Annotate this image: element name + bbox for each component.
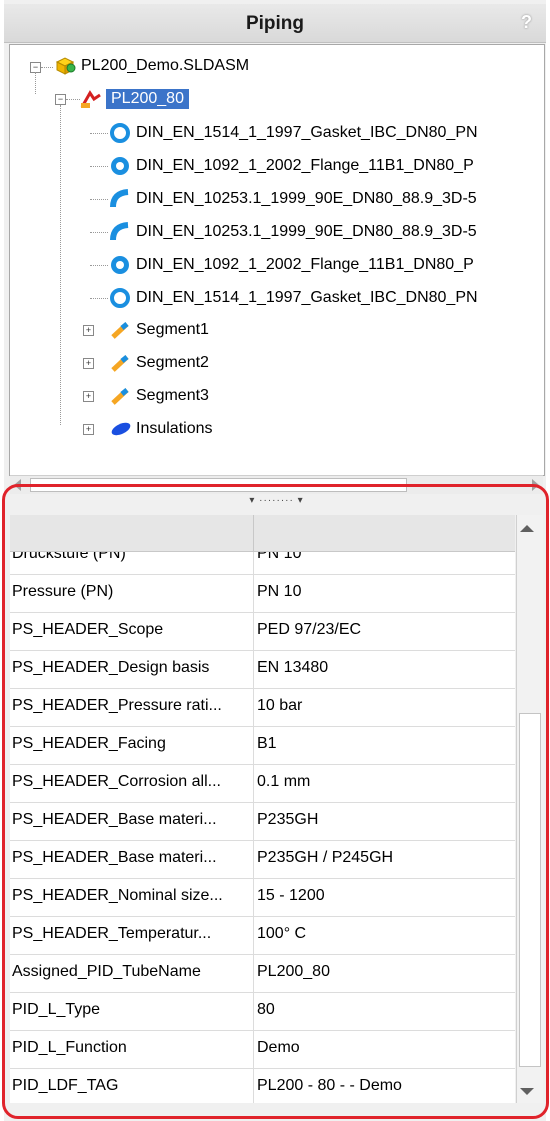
component-label: DIN_EN_10253.1_1999_90E_DN80_88.9_3D-5	[136, 223, 477, 240]
highlight-annotation	[2, 484, 549, 1119]
expand-toggle[interactable]: +	[83, 424, 94, 435]
route-icon	[80, 89, 101, 109]
expand-toggle[interactable]: +	[83, 358, 94, 369]
segment-icon	[110, 386, 130, 406]
panel-titlebar: Piping ?	[4, 4, 546, 43]
segment-label: Segment3	[136, 387, 209, 404]
tree-node-component[interactable]: DIN_EN_1092_1_2002_Flange_11B1_DN80_P	[110, 153, 474, 179]
insulation-icon	[110, 419, 131, 439]
component-label: DIN_EN_1514_1_1997_Gasket_IBC_DN80_PN	[136, 124, 478, 141]
component-label: DIN_EN_10253.1_1999_90E_DN80_88.9_3D-5	[136, 190, 477, 207]
tree-node-component[interactable]: DIN_EN_1514_1_1997_Gasket_IBC_DN80_PN	[110, 285, 478, 311]
assembly-label: PL200_Demo.SLDASM	[81, 57, 250, 74]
tree-node-component[interactable]: DIN_EN_1092_1_2002_Flange_11B1_DN80_P	[110, 252, 474, 278]
piping-tree: − PL200_Demo.SLDASM − PL200_80 DIN_EN_15…	[9, 44, 545, 476]
component-label: DIN_EN_1092_1_2002_Flange_11B1_DN80_P	[136, 256, 474, 273]
tree-node-segment[interactable]: Segment2	[110, 350, 209, 376]
tree-node-segment[interactable]: Segment1	[110, 317, 209, 343]
tree-node-route[interactable]: PL200_80	[80, 86, 189, 112]
tree-node-component[interactable]: DIN_EN_1514_1_1997_Gasket_IBC_DN80_PN	[110, 120, 478, 146]
route-label: PL200_80	[106, 89, 189, 109]
elbow-icon	[110, 189, 130, 209]
elbow-icon	[110, 222, 130, 242]
segment-label: Segment2	[136, 354, 209, 371]
gasket-icon	[110, 123, 130, 143]
segment-icon	[110, 353, 130, 373]
insulations-label: Insulations	[136, 420, 213, 437]
tree-node-insulations[interactable]: Insulations	[110, 416, 213, 442]
gasket-icon	[110, 288, 130, 308]
tree-node-segment[interactable]: Segment3	[110, 383, 209, 409]
panel-title: Piping	[245, 13, 305, 34]
expand-toggle[interactable]: +	[83, 325, 94, 336]
help-button[interactable]: ?	[521, 12, 532, 33]
component-label: DIN_EN_1092_1_2002_Flange_11B1_DN80_P	[136, 157, 474, 174]
flange-icon	[110, 255, 130, 275]
segment-icon	[110, 320, 130, 340]
collapse-toggle[interactable]: −	[55, 94, 66, 105]
flange-icon	[110, 156, 130, 176]
tree-node-component[interactable]: DIN_EN_10253.1_1999_90E_DN80_88.9_3D-5	[110, 219, 477, 245]
segment-label: Segment1	[136, 321, 209, 338]
tree-node-assembly[interactable]: PL200_Demo.SLDASM	[55, 53, 249, 79]
component-label: DIN_EN_1514_1_1997_Gasket_IBC_DN80_PN	[136, 289, 478, 306]
assembly-icon	[55, 56, 76, 76]
expand-toggle[interactable]: +	[83, 391, 94, 402]
tree-node-component[interactable]: DIN_EN_10253.1_1999_90E_DN80_88.9_3D-5	[110, 186, 477, 212]
